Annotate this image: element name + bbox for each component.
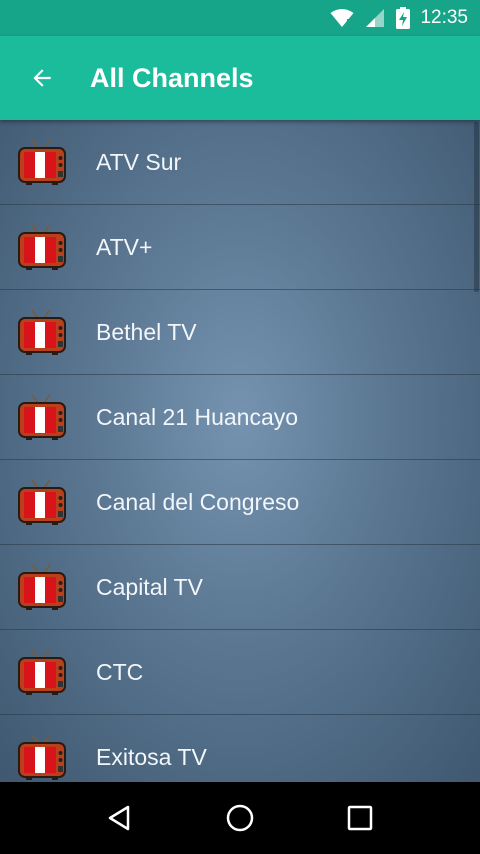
list-item-canal-21-huancayo[interactable]: Canal 21 Huancayo	[0, 375, 480, 460]
nav-back-button[interactable]	[90, 788, 150, 848]
tv-peru-flag-icon	[18, 734, 66, 780]
list-item-canal-del-congreso[interactable]: Canal del Congreso	[0, 460, 480, 545]
list-item-atv-sur[interactable]: ATV Sur	[0, 120, 480, 205]
home-circle-icon	[226, 804, 254, 832]
signal-icon	[366, 9, 385, 27]
navigation-bar	[0, 782, 480, 854]
tv-peru-flag-icon	[18, 309, 66, 355]
recents-square-icon	[347, 805, 373, 831]
list-item-label: CTC	[96, 659, 144, 685]
list-item-label: Bethel TV	[96, 319, 197, 345]
tv-peru-flag-icon	[18, 649, 66, 695]
nav-recents-button[interactable]	[330, 788, 390, 848]
list-item-label: Canal 21 Huancayo	[96, 404, 299, 430]
list-item-label: Canal del Congreso	[96, 489, 300, 515]
page-title: All Channels	[90, 62, 254, 93]
app-bar: All Channels	[0, 36, 480, 120]
list-item-label: Exitosa TV	[96, 744, 207, 770]
list-item-label: Capital TV	[96, 574, 203, 600]
list-item-atv-plus[interactable]: ATV+	[0, 205, 480, 290]
list-item-capital-tv[interactable]: Capital TV	[0, 545, 480, 630]
nav-home-button[interactable]	[210, 788, 270, 848]
list-item-label: ATV Sur	[96, 149, 182, 175]
tv-peru-flag-icon	[18, 139, 66, 185]
wifi-icon	[330, 9, 354, 27]
arrow-back-icon	[33, 69, 51, 87]
tv-peru-flag-icon	[18, 224, 66, 270]
status-time: 12:35	[420, 7, 468, 28]
tv-peru-flag-icon	[18, 479, 66, 525]
list-item-exitosa-tv[interactable]: Exitosa TV	[0, 715, 480, 782]
channel-list[interactable]: ATV Sur ATV+ Bethel TV Canal 21 Huancayo…	[0, 120, 480, 782]
list-item-label: ATV+	[96, 234, 153, 260]
tv-peru-flag-icon	[18, 394, 66, 440]
list-item-bethel-tv[interactable]: Bethel TV	[0, 290, 480, 375]
status-bar: 12:35	[0, 0, 480, 36]
back-triangle-icon	[108, 805, 130, 831]
list-item-ctc[interactable]: CTC	[0, 630, 480, 715]
battery-charging-icon	[396, 7, 411, 29]
back-button[interactable]	[14, 50, 70, 106]
tv-peru-flag-icon	[18, 564, 66, 610]
